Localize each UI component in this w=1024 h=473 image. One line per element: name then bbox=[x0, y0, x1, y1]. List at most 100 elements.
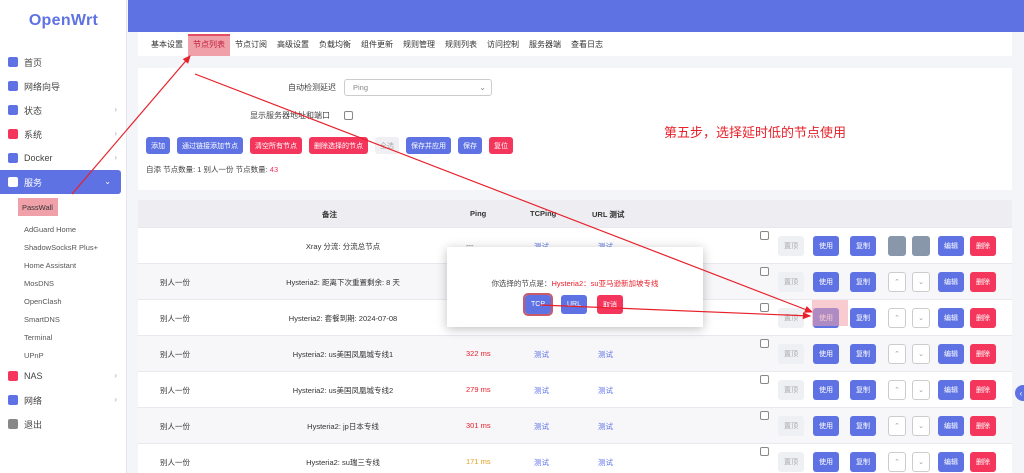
service-item-0[interactable]: PassWall bbox=[18, 198, 58, 216]
service-item-7[interactable]: Terminal bbox=[18, 328, 127, 346]
row-edit-button[interactable]: 编辑 bbox=[938, 452, 964, 472]
row-edit-button[interactable]: 编辑 bbox=[938, 380, 964, 400]
row-use-button[interactable]: 使用 bbox=[813, 236, 839, 256]
service-item-3[interactable]: Home Assistant bbox=[18, 256, 127, 274]
sidebar-item-3[interactable]: 系统 › bbox=[0, 122, 127, 146]
dialog-cancel-button[interactable]: 取消 bbox=[597, 295, 623, 314]
row-checkbox[interactable] bbox=[760, 231, 769, 240]
row-top-button[interactable]: 置顶 bbox=[778, 416, 804, 436]
row-delete-button[interactable]: 删除 bbox=[970, 416, 996, 436]
row-top-button[interactable]: 置顶 bbox=[778, 236, 804, 256]
row-copy-button[interactable]: 复制 bbox=[850, 380, 876, 400]
sidebar-item-4[interactable]: Docker › bbox=[0, 146, 127, 170]
service-item-4[interactable]: MosDNS bbox=[18, 274, 127, 292]
sidebar-item-2[interactable]: 状态 › bbox=[0, 98, 127, 122]
row-delete-button[interactable]: 删除 bbox=[970, 452, 996, 472]
row-top-button[interactable]: 置顶 bbox=[778, 344, 804, 364]
service-item-1[interactable]: AdGuard Home bbox=[18, 220, 127, 238]
row-checkbox[interactable] bbox=[760, 447, 769, 456]
sidebar-bottom-item-2[interactable]: 退出 bbox=[0, 412, 127, 436]
row-checkbox[interactable] bbox=[760, 339, 769, 348]
scroll-toggle-icon[interactable]: ‹ bbox=[1015, 385, 1024, 401]
tab-8[interactable]: 访问控制 bbox=[482, 39, 524, 56]
row-checkbox[interactable] bbox=[760, 303, 769, 312]
row-copy-button[interactable]: 复制 bbox=[850, 344, 876, 364]
row-move-down-button[interactable]: ⌄ bbox=[912, 344, 930, 364]
row-tcping-test[interactable]: 测试 bbox=[534, 349, 549, 360]
row-copy-button[interactable]: 复制 bbox=[850, 452, 876, 472]
row-move-up-button[interactable]: ⌃ bbox=[888, 344, 906, 364]
tab-9[interactable]: 服务器端 bbox=[524, 39, 566, 56]
row-move-down-button[interactable]: ⌄ bbox=[912, 272, 930, 292]
tab-1[interactable]: 节点列表 bbox=[188, 34, 230, 56]
clear-all-button[interactable]: 清空所有节点 bbox=[250, 137, 302, 154]
row-top-button[interactable]: 置顶 bbox=[778, 308, 804, 328]
row-url-test[interactable]: 测试 bbox=[598, 349, 613, 360]
sidebar-item-0[interactable]: 首页 bbox=[0, 50, 127, 74]
row-move-up-button[interactable]: ⌃ bbox=[888, 416, 906, 436]
row-move-up-button[interactable]: ⌃ bbox=[888, 380, 906, 400]
tab-6[interactable]: 规则管理 bbox=[398, 39, 440, 56]
sidebar-item-1[interactable]: 网络向导 bbox=[0, 74, 127, 98]
save-apply-button[interactable]: 保存并应用 bbox=[406, 137, 451, 154]
row-checkbox[interactable] bbox=[760, 267, 769, 276]
service-item-8[interactable]: UPnP bbox=[18, 346, 127, 364]
row-tcping-test[interactable]: 测试 bbox=[534, 385, 549, 396]
row-move-up-button[interactable]: ⌃ bbox=[888, 236, 906, 256]
row-delete-button[interactable]: 删除 bbox=[970, 272, 996, 292]
show-addr-checkbox[interactable] bbox=[344, 111, 353, 120]
row-use-button[interactable]: 使用 bbox=[813, 452, 839, 472]
row-use-button[interactable]: 使用 bbox=[813, 308, 839, 328]
tab-7[interactable]: 规则列表 bbox=[440, 39, 482, 56]
tab-4[interactable]: 负载均衡 bbox=[314, 39, 356, 56]
row-edit-button[interactable]: 编辑 bbox=[938, 308, 964, 328]
row-tcping-test[interactable]: 测试 bbox=[534, 421, 549, 432]
row-move-down-button[interactable]: ⌄ bbox=[912, 416, 930, 436]
row-top-button[interactable]: 置顶 bbox=[778, 272, 804, 292]
row-checkbox[interactable] bbox=[760, 411, 769, 420]
sidebar-bottom-item-0[interactable]: NAS › bbox=[0, 364, 127, 388]
row-move-up-button[interactable]: ⌃ bbox=[888, 308, 906, 328]
row-delete-button[interactable]: 删除 bbox=[970, 236, 996, 256]
add-button[interactable]: 添加 bbox=[146, 137, 170, 154]
row-url-test[interactable]: 测试 bbox=[598, 421, 613, 432]
row-move-down-button[interactable]: ⌄ bbox=[912, 452, 930, 472]
row-use-button[interactable]: 使用 bbox=[813, 272, 839, 292]
row-delete-button[interactable]: 删除 bbox=[970, 344, 996, 364]
row-copy-button[interactable]: 复制 bbox=[850, 272, 876, 292]
row-checkbox[interactable] bbox=[760, 375, 769, 384]
row-delete-button[interactable]: 删除 bbox=[970, 308, 996, 328]
row-use-button[interactable]: 使用 bbox=[813, 380, 839, 400]
select-all-button[interactable]: 全选 bbox=[375, 137, 399, 154]
row-edit-button[interactable]: 编辑 bbox=[938, 236, 964, 256]
row-move-up-button[interactable]: ⌃ bbox=[888, 452, 906, 472]
row-use-button[interactable]: 使用 bbox=[813, 416, 839, 436]
latency-select[interactable]: Ping ⌄ bbox=[344, 79, 492, 96]
row-use-button[interactable]: 使用 bbox=[813, 344, 839, 364]
dialog-tcp-button[interactable]: TCP bbox=[523, 293, 553, 316]
row-edit-button[interactable]: 编辑 bbox=[938, 416, 964, 436]
row-delete-button[interactable]: 删除 bbox=[970, 380, 996, 400]
dialog-url-button[interactable]: URL bbox=[561, 295, 587, 314]
tab-10[interactable]: 查看日志 bbox=[566, 39, 608, 56]
tab-5[interactable]: 组件更新 bbox=[356, 39, 398, 56]
service-item-6[interactable]: SmartDNS bbox=[18, 310, 127, 328]
row-url-test[interactable]: 测试 bbox=[598, 385, 613, 396]
service-item-5[interactable]: OpenClash bbox=[18, 292, 127, 310]
row-edit-button[interactable]: 编辑 bbox=[938, 272, 964, 292]
row-copy-button[interactable]: 复制 bbox=[850, 416, 876, 436]
row-copy-button[interactable]: 复制 bbox=[850, 236, 876, 256]
service-item-2[interactable]: ShadowSocksR Plus+ bbox=[18, 238, 127, 256]
row-url-test[interactable]: 测试 bbox=[598, 457, 613, 468]
row-top-button[interactable]: 置顶 bbox=[778, 452, 804, 472]
row-edit-button[interactable]: 编辑 bbox=[938, 344, 964, 364]
tab-0[interactable]: 基本设置 bbox=[146, 39, 188, 56]
row-tcping-test[interactable]: 测试 bbox=[534, 457, 549, 468]
row-top-button[interactable]: 置顶 bbox=[778, 380, 804, 400]
row-move-up-button[interactable]: ⌃ bbox=[888, 272, 906, 292]
row-move-down-button[interactable]: ⌄ bbox=[912, 308, 930, 328]
row-move-down-button[interactable]: ⌄ bbox=[912, 380, 930, 400]
reset-button[interactable]: 复位 bbox=[489, 137, 513, 154]
delete-selected-button[interactable]: 删除选择的节点 bbox=[309, 137, 368, 154]
row-move-down-button[interactable]: ⌄ bbox=[912, 236, 930, 256]
